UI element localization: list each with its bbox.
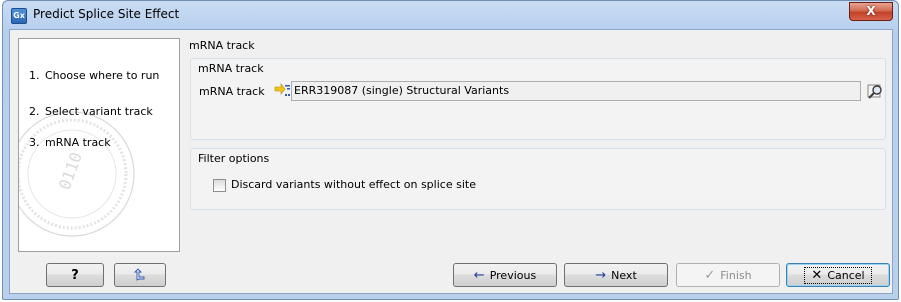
cancel-focus: ✕ Cancel: [804, 266, 872, 284]
discard-variants-label[interactable]: Discard variants without effect on splic…: [231, 178, 476, 191]
close-button[interactable]: X: [849, 2, 893, 21]
step-label: Select variant track: [45, 105, 153, 118]
title-bar[interactable]: Gx Predict Splice Site Effect X: [3, 1, 898, 29]
step-label: Choose where to run: [45, 69, 160, 82]
page-title: mRNA track: [189, 39, 255, 52]
discard-variants-checkbox[interactable]: [213, 179, 226, 192]
next-label: Next: [611, 268, 637, 282]
help-label: ?: [71, 267, 79, 283]
arrow-left-icon: ←: [473, 267, 485, 283]
cancel-label: Cancel: [827, 268, 865, 282]
clc-watermark-icon: 0110 1011: [19, 111, 135, 237]
mrna-track-label: mRNA track: [199, 85, 265, 98]
app-icon: Gx: [11, 8, 27, 24]
mrna-track-group: mRNA track mRNA track ERR319087 (single)…: [190, 58, 886, 140]
group-title: mRNA track: [198, 62, 264, 75]
dialog-window: Gx Predict Splice Site Effect X 0110 101…: [2, 0, 899, 300]
previous-button[interactable]: ← Previous: [453, 263, 557, 287]
filter-options-group: Filter options Discard variants without …: [190, 148, 886, 210]
step-3: 3. mRNA track: [29, 136, 111, 149]
step-2: 2. Select variant track: [29, 105, 153, 118]
cancel-x-icon: ✕: [811, 267, 823, 283]
finish-label: Finish: [720, 268, 752, 282]
finish-button[interactable]: ✓ Finish: [676, 263, 780, 287]
step-label: mRNA track: [45, 136, 111, 149]
help-button[interactable]: ?: [46, 263, 104, 287]
previous-label: Previous: [489, 268, 537, 282]
reset-button[interactable]: [114, 263, 166, 287]
structural-variant-track-icon: [274, 83, 290, 96]
dialog-body: 0110 1011 1. Choose where to run 2. Select…: [9, 29, 893, 294]
wizard-steps-panel: 0110 1011 1. Choose where to run 2. Select…: [18, 38, 180, 252]
window-title: Predict Splice Site Effect: [33, 7, 180, 21]
step-1: 1. Choose where to run: [29, 69, 160, 82]
browse-icon[interactable]: [867, 82, 885, 100]
checkmark-icon: ✓: [704, 267, 716, 283]
next-button[interactable]: → Next: [564, 263, 668, 287]
group-title: Filter options: [198, 152, 270, 165]
arrow-right-icon: →: [595, 267, 607, 283]
reset-icon: [133, 268, 145, 281]
mrna-track-field[interactable]: ERR319087 (single) Structural Variants: [291, 81, 861, 101]
cancel-button[interactable]: ✕ Cancel: [786, 263, 890, 287]
svg-text:0110: 0110: [55, 150, 86, 193]
close-icon: X: [866, 4, 876, 18]
